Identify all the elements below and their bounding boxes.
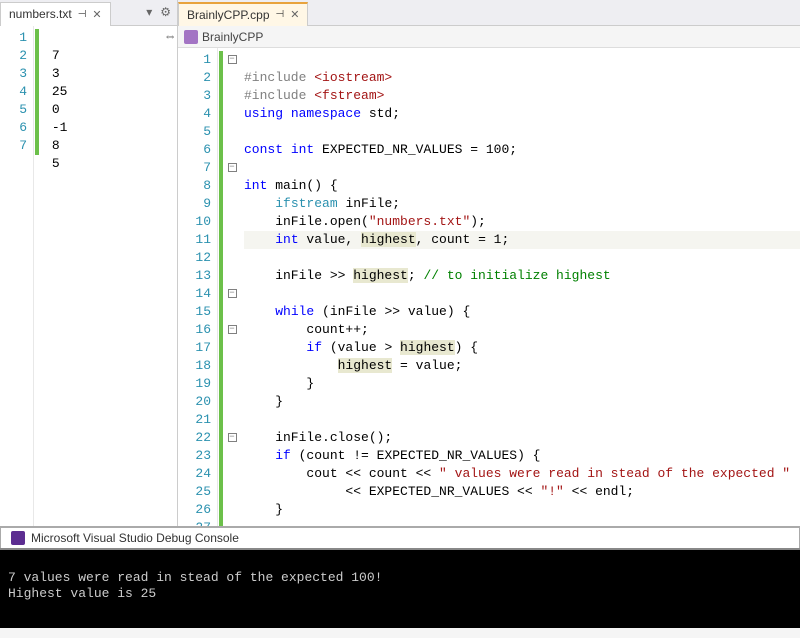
close-icon[interactable]: ✕ <box>290 8 299 21</box>
tab-numbers-txt[interactable]: numbers.txt ⊣ ✕ <box>0 2 111 26</box>
tab-label: numbers.txt <box>9 7 72 21</box>
debug-console[interactable]: 7 values were read in stead of the expec… <box>0 548 800 628</box>
code-content[interactable]: #include <iostream>#include <fstream>usi… <box>240 48 800 526</box>
tab-brainlycpp[interactable]: BrainlyCPP.cpp ⊣ ✕ <box>178 2 308 26</box>
line-number: 2 <box>0 47 27 65</box>
right-tab-bar: BrainlyCPP.cpp ⊣ ✕ <box>178 0 800 26</box>
line-number: 3 <box>0 65 27 83</box>
pin-icon[interactable]: ⊣ <box>276 9 285 20</box>
code-editor[interactable]: 1234567891011121314151617181920212223242… <box>178 48 800 526</box>
numbers-editor[interactable]: 1 2 3 4 5 6 7 7 3 25 0 -1 8 5 ⇔ <box>0 26 177 526</box>
dropdown-icon[interactable]: ▾ <box>146 5 152 20</box>
vs-icon <box>11 531 25 545</box>
line-number: 4 <box>0 83 27 101</box>
console-title-text: Microsoft Visual Studio Debug Console <box>31 531 239 545</box>
line-number: 5 <box>0 101 27 119</box>
fold-icon[interactable]: − <box>228 433 237 442</box>
console-title-bar: Microsoft Visual Studio Debug Console <box>0 526 800 548</box>
close-icon[interactable]: ✕ <box>92 8 101 21</box>
breadcrumb-bar[interactable]: BrainlyCPP <box>178 26 800 48</box>
right-panel: BrainlyCPP.cpp ⊣ ✕ BrainlyCPP 1234567891… <box>178 0 800 526</box>
line-number: 6 <box>0 119 27 137</box>
numbers-content[interactable]: 7 3 25 0 -1 8 5 <box>40 26 177 526</box>
tab-label: BrainlyCPP.cpp <box>187 8 270 22</box>
tab-toolbar: ▾ ⚙ <box>146 5 177 20</box>
fold-icon[interactable]: − <box>228 289 237 298</box>
console-title[interactable]: Microsoft Visual Studio Debug Console <box>0 527 800 549</box>
fold-column[interactable]: − − − − − <box>224 48 240 526</box>
line-number: 1 <box>0 29 27 47</box>
left-panel: numbers.txt ⊣ ✕ ▾ ⚙ 1 2 3 4 5 6 7 <box>0 0 178 526</box>
line-gutter: 1234567891011121314151617181920212223242… <box>178 48 218 526</box>
gear-icon[interactable]: ⚙ <box>160 5 171 20</box>
main-area: numbers.txt ⊣ ✕ ▾ ⚙ 1 2 3 4 5 6 7 <box>0 0 800 526</box>
split-handle-icon[interactable]: ⇔ <box>166 29 174 44</box>
left-tab-bar: numbers.txt ⊣ ✕ ▾ ⚙ <box>0 0 177 26</box>
pin-icon[interactable]: ⊣ <box>78 9 87 20</box>
breadcrumb-text: BrainlyCPP <box>202 30 263 44</box>
ide-window: numbers.txt ⊣ ✕ ▾ ⚙ 1 2 3 4 5 6 7 <box>0 0 800 628</box>
fold-icon[interactable]: − <box>228 325 237 334</box>
fold-icon[interactable]: − <box>228 55 237 64</box>
console-output: 7 values were read in stead of the expec… <box>0 550 800 638</box>
module-icon <box>184 30 198 44</box>
fold-icon[interactable]: − <box>228 163 237 172</box>
line-gutter: 1 2 3 4 5 6 7 <box>0 26 34 526</box>
line-number: 7 <box>0 137 27 155</box>
